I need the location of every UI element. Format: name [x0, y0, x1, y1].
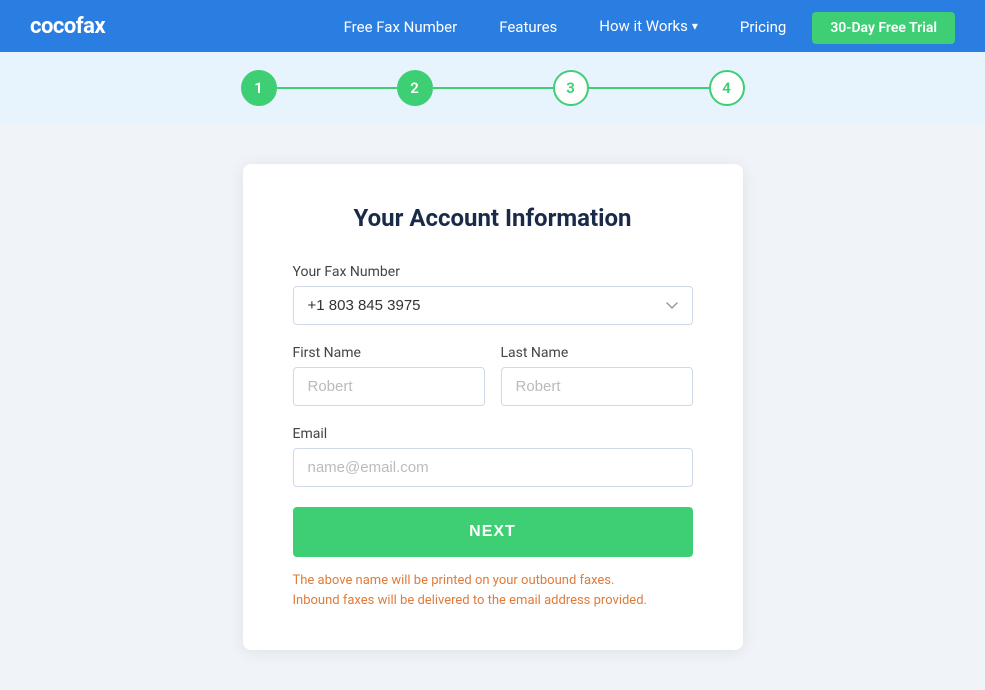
nav-cta-button[interactable]: 30-Day Free Trial	[812, 12, 955, 44]
step-line-2-3	[433, 87, 553, 89]
nav-item-free-fax-number[interactable]: Free Fax Number	[328, 17, 474, 36]
fax-number-select[interactable]: +1 803 845 3975	[293, 286, 693, 325]
name-row: First Name Last Name	[293, 345, 693, 406]
nav-item-cta[interactable]: 30-Day Free Trial	[812, 17, 955, 36]
first-name-input[interactable]	[293, 367, 485, 406]
first-name-group: First Name	[293, 345, 485, 406]
brand-logo[interactable]: cocofax	[30, 14, 105, 39]
last-name-label: Last Name	[501, 345, 693, 361]
form-note: The above name will be printed on your o…	[293, 571, 693, 610]
form-card: Your Account Information Your Fax Number…	[243, 164, 743, 650]
next-button[interactable]: NEXT	[293, 507, 693, 557]
email-input[interactable]	[293, 448, 693, 487]
form-title: Your Account Information	[293, 204, 693, 232]
step-line-1-2	[277, 87, 397, 89]
step-3: 3	[553, 70, 589, 106]
last-name-group: Last Name	[501, 345, 693, 406]
nav-item-features[interactable]: Features	[483, 17, 573, 36]
nav-link-features[interactable]: Features	[483, 12, 573, 42]
step-4: 4	[709, 70, 745, 106]
first-name-label: First Name	[293, 345, 485, 361]
stepper: 1 2 3 4	[241, 70, 745, 106]
main-content: Your Account Information Your Fax Number…	[0, 124, 985, 690]
stepper-bar: 1 2 3 4	[0, 52, 985, 124]
nav-item-how-it-works[interactable]: How it Works	[583, 11, 714, 41]
nav-link-pricing[interactable]: Pricing	[724, 12, 802, 42]
nav-link-free-fax-number[interactable]: Free Fax Number	[328, 12, 474, 42]
nav-item-pricing[interactable]: Pricing	[724, 17, 802, 36]
fax-number-label: Your Fax Number	[293, 264, 693, 280]
email-group: Email	[293, 426, 693, 487]
form-note-line1: The above name will be printed on your o…	[293, 573, 615, 588]
form-note-line2: Inbound faxes will be delivered to the e…	[293, 593, 647, 608]
nav-link-how-it-works[interactable]: How it Works	[583, 11, 714, 41]
fax-number-group: Your Fax Number +1 803 845 3975	[293, 264, 693, 325]
navbar: cocofax Free Fax Number Features How it …	[0, 0, 985, 52]
step-2: 2	[397, 70, 433, 106]
nav-links: Free Fax Number Features How it Works Pr…	[328, 11, 955, 41]
last-name-input[interactable]	[501, 367, 693, 406]
step-line-3-4	[589, 87, 709, 89]
email-label: Email	[293, 426, 693, 442]
step-1: 1	[241, 70, 277, 106]
